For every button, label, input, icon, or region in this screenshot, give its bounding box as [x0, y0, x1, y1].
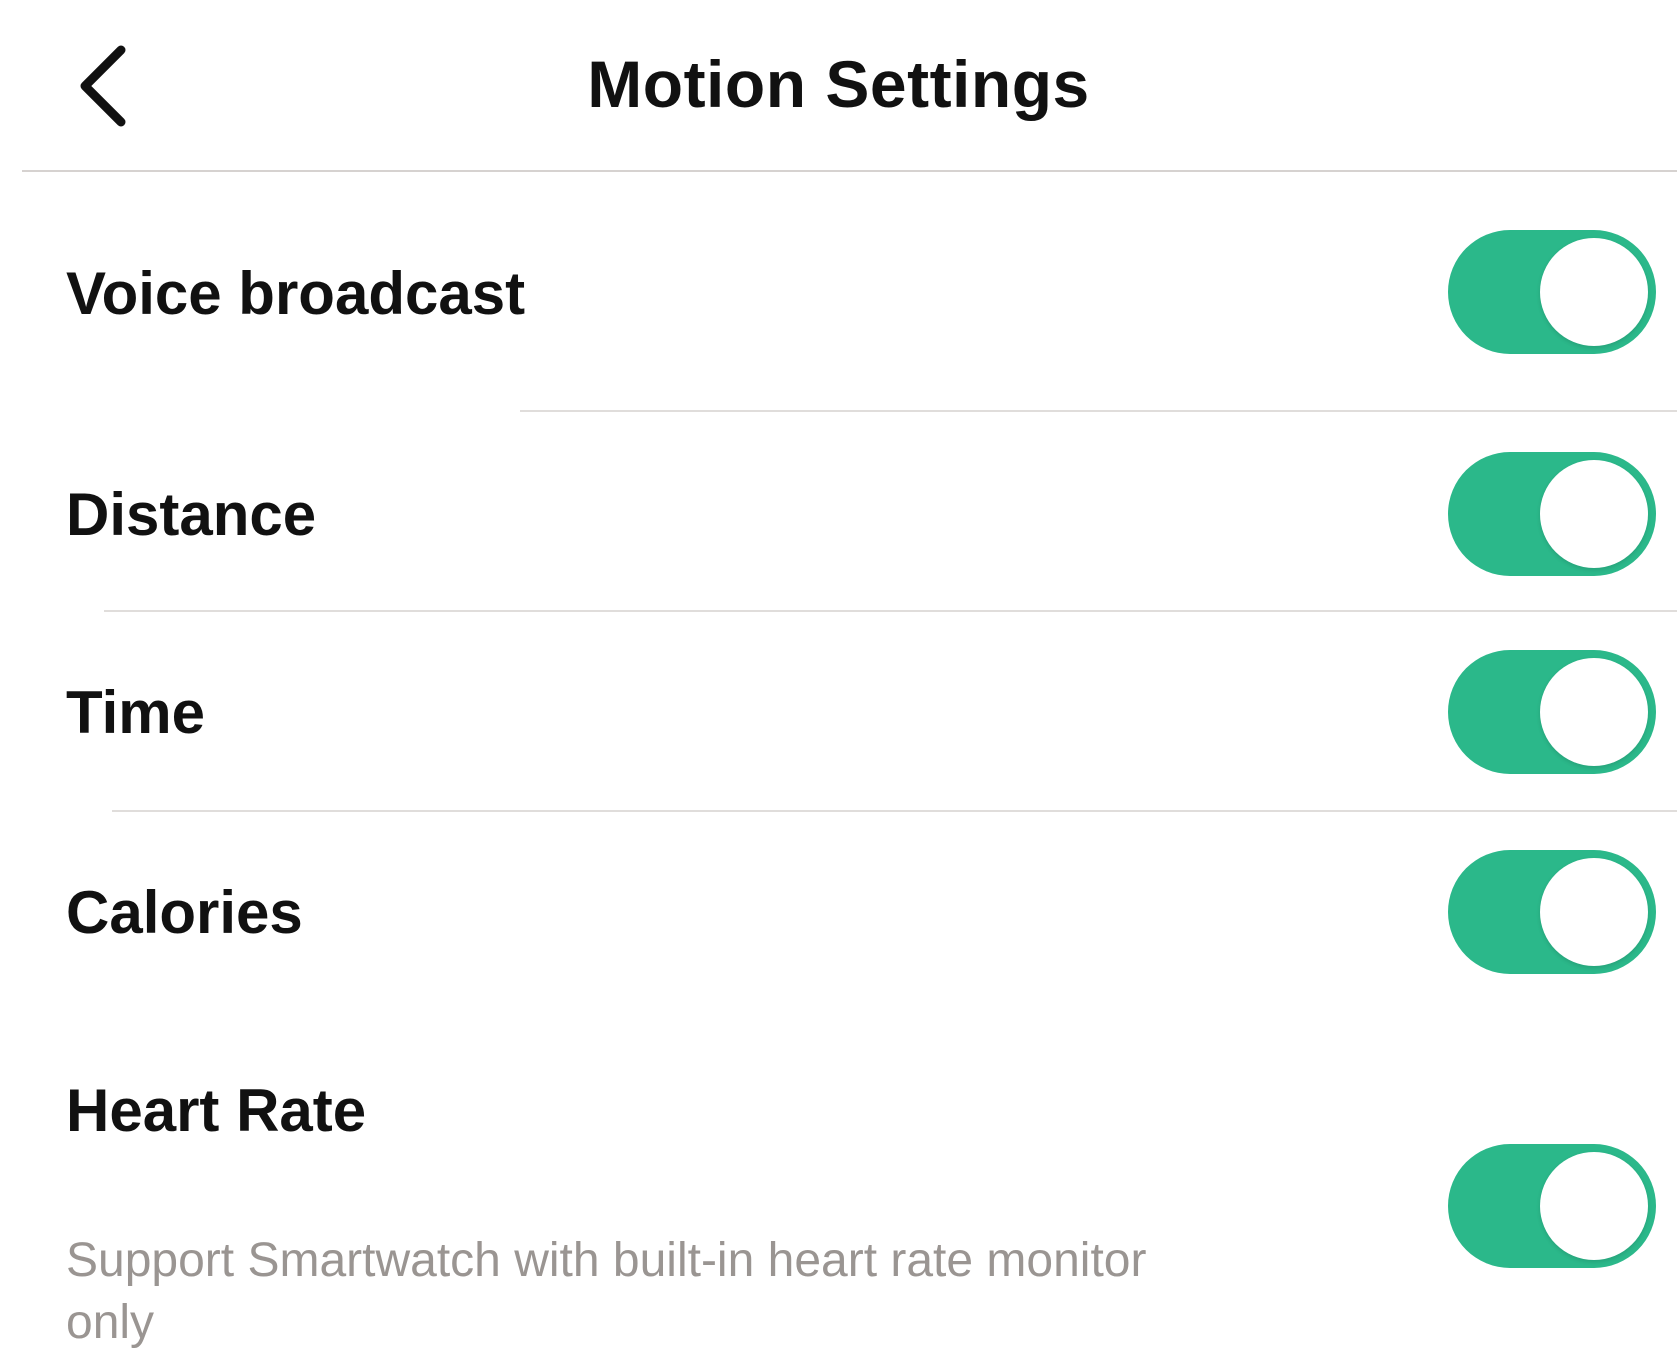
setting-row-calories: Calories: [0, 812, 1677, 1012]
calories-toggle[interactable]: [1448, 850, 1656, 974]
heart-rate-toggle[interactable]: [1448, 1144, 1656, 1268]
setting-label: Voice broadcast: [66, 260, 526, 327]
setting-label: Calories: [66, 879, 303, 946]
toggle-knob: [1540, 460, 1648, 568]
distance-toggle[interactable]: [1448, 452, 1656, 576]
toggle-knob: [1540, 658, 1648, 766]
page-title: Motion Settings: [587, 47, 1090, 121]
toggle-knob: [1540, 238, 1648, 346]
setting-label: Distance: [66, 481, 317, 548]
setting-row-time: Time: [0, 612, 1677, 810]
setting-label: Time: [66, 679, 205, 746]
voice-broadcast-toggle[interactable]: [1448, 230, 1656, 354]
setting-label: Heart Rate: [66, 1077, 367, 1144]
setting-description: Support Smartwatch with built-in heart r…: [66, 1234, 1147, 1349]
setting-row-distance: Distance: [0, 412, 1677, 610]
time-toggle[interactable]: [1448, 650, 1656, 774]
navigation-header: Motion Settings: [0, 0, 1677, 170]
toggle-knob: [1540, 1152, 1648, 1260]
setting-row-voice-broadcast: Voice broadcast: [0, 172, 1677, 412]
toggle-knob: [1540, 858, 1648, 966]
setting-row-heart-rate: Heart Rate Support Smartwatch with built…: [0, 1012, 1677, 1369]
